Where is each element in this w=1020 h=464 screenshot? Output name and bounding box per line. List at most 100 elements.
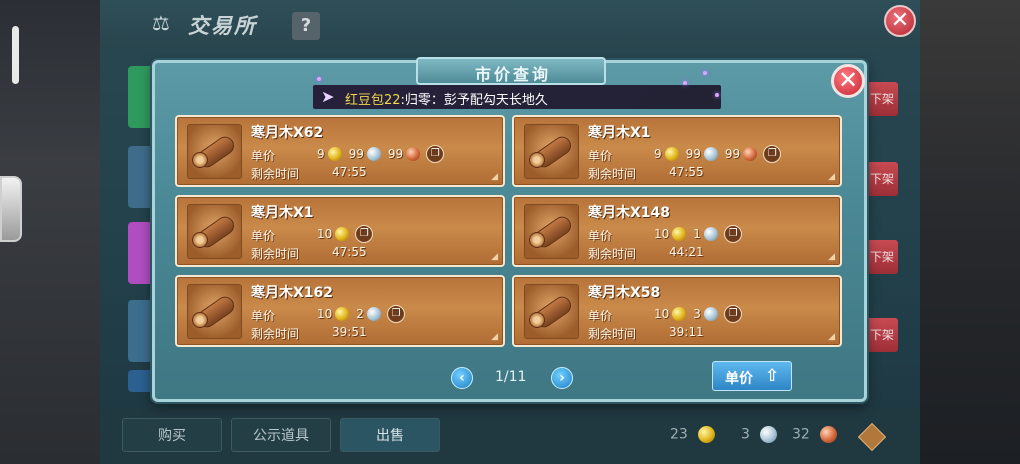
dialog-close-button[interactable]: ✕: [831, 64, 865, 98]
gold-coin-icon: [335, 307, 350, 321]
marquee-speaker: 红豆包22: [345, 93, 401, 108]
silver-price: 2: [356, 307, 364, 321]
sort-label: 单价: [725, 371, 753, 387]
unshelf-button[interactable]: 下架: [866, 82, 898, 116]
copy-icon[interactable]: ❐: [723, 225, 742, 243]
corner-mark-icon: ◢: [828, 252, 835, 262]
log-end-shape: [192, 232, 208, 248]
tab-sell[interactable]: 出售: [340, 418, 440, 452]
unshelf-button[interactable]: 下架: [866, 318, 898, 352]
help-button[interactable]: ?: [292, 12, 320, 40]
price-row: 9 99 99 ❐: [654, 145, 782, 163]
chat-marquee: ➤ 红豆包22:归零：彭予配勾天长地久: [313, 85, 721, 109]
silver-price: 99: [685, 147, 701, 161]
gold-price: 10: [317, 307, 333, 321]
copper-amount: 32: [792, 426, 810, 443]
listing-card[interactable]: 寒月木X62 单价 9 99 99 ❐ 剩余时间 47:55 ◢: [175, 115, 505, 187]
silver-amount: 3: [741, 426, 750, 443]
tab-public-items[interactable]: 公示道具: [231, 418, 331, 452]
wood-log-icon: [524, 204, 579, 259]
remaining-time: 44:21: [669, 245, 704, 259]
item-slot[interactable]: [128, 66, 154, 128]
copy-icon[interactable]: ❐: [723, 305, 742, 323]
corner-mark-icon: ◢: [828, 332, 835, 342]
wood-log-icon: [187, 124, 242, 179]
copy-icon[interactable]: ❐: [386, 305, 405, 323]
corner-mark-icon: ◢: [828, 172, 835, 182]
remaining-time: 47:55: [332, 245, 367, 259]
gold-coin-icon: [664, 147, 679, 161]
price-row: 10 2 ❐: [317, 305, 405, 323]
price-row: 9 99 99 ❐: [317, 145, 445, 163]
remaining-time-label: 剩余时间: [251, 327, 300, 341]
listing-card[interactable]: 寒月木X58 单价 10 3 ❐ 剩余时间 39:11 ◢: [512, 275, 842, 347]
sparkle-effect: [715, 93, 719, 97]
sparkle-effect: [683, 81, 687, 85]
background-scene-right: [920, 0, 1020, 464]
next-page-button[interactable]: ›: [551, 367, 573, 389]
listing-card[interactable]: 寒月木X162 单价 10 2 ❐ 剩余时间 39:51 ◢: [175, 275, 505, 347]
background-scene-left: [0, 0, 100, 464]
remaining-time-label: 剩余时间: [588, 247, 637, 261]
currency-copper: 32: [792, 426, 838, 443]
wood-log-icon: [187, 204, 242, 259]
item-slot[interactable]: [128, 222, 154, 284]
log-end-shape: [529, 152, 545, 168]
unit-price-label: 单价: [251, 229, 276, 243]
copper-coin-icon: [406, 147, 421, 161]
corner-mark-icon: ◢: [491, 332, 498, 342]
item-slot[interactable]: [128, 370, 154, 392]
gold-price: 10: [654, 307, 670, 321]
sort-arrow-icon: ⇧: [765, 366, 780, 386]
silver-price: 3: [693, 307, 701, 321]
window-close-button[interactable]: ✕: [884, 5, 916, 37]
remaining-time-label: 剩余时间: [251, 247, 300, 261]
log-end-shape: [192, 312, 208, 328]
silver-coin-icon: [760, 426, 778, 443]
remaining-time-label: 剩余时间: [251, 167, 300, 181]
scale-icon: ⚖: [152, 11, 170, 35]
remaining-time: 39:11: [669, 325, 704, 339]
gold-price: 10: [317, 227, 333, 241]
copy-icon[interactable]: ❐: [355, 225, 374, 243]
copy-icon[interactable]: ❐: [763, 145, 782, 163]
silver-coin-icon: [366, 307, 381, 321]
gold-coin-icon: [335, 227, 350, 241]
listing-card[interactable]: 寒月木X1 单价 9 99 99 ❐ 剩余时间 47:55 ◢: [512, 115, 842, 187]
item-name: 寒月木X1: [251, 205, 314, 221]
gold-price: 10: [654, 227, 670, 241]
listing-card[interactable]: 寒月木X1 单价 10 ❐ 剩余时间 47:55 ◢: [175, 195, 505, 267]
currency-silver: 3: [741, 426, 778, 443]
item-slot[interactable]: [128, 300, 154, 362]
log-end-shape: [192, 152, 208, 168]
gold-price: 9: [654, 147, 662, 161]
item-name: 寒月木X58: [588, 285, 661, 301]
character-portrait[interactable]: [0, 176, 22, 242]
corner-mark-icon: ◢: [491, 172, 498, 182]
item-slot[interactable]: [128, 146, 154, 208]
drag-handle[interactable]: [12, 26, 19, 84]
listing-card[interactable]: 寒月木X148 单价 10 1 ❐ 剩余时间 44:21 ◢: [512, 195, 842, 267]
prev-page-button[interactable]: ‹: [451, 367, 473, 389]
price-row: 10 3 ❐: [654, 305, 742, 323]
item-name: 寒月木X62: [251, 125, 324, 141]
remaining-time-label: 剩余时间: [588, 327, 637, 341]
gold-coin-icon: [672, 307, 687, 321]
log-end-shape: [529, 312, 545, 328]
silver-price: 1: [693, 227, 701, 241]
gold-price: 9: [317, 147, 325, 161]
copy-icon[interactable]: ❐: [426, 145, 445, 163]
remaining-time-label: 剩余时间: [588, 167, 637, 181]
sort-by-price-button[interactable]: 单价 ⇧: [712, 361, 792, 391]
log-end-shape: [529, 232, 545, 248]
silver-price: 99: [348, 147, 364, 161]
price-row: 10 ❐: [317, 225, 374, 243]
gold-amount: 23: [670, 426, 688, 443]
market-price-dialog: 市价查询 ➤ 红豆包22:归零：彭予配勾天长地久 ✕ 寒月木X62 单价 9 9…: [152, 57, 867, 402]
dialog-title: 市价查询: [474, 65, 551, 84]
page-title: 交易所: [188, 14, 257, 38]
tab-buy[interactable]: 购买: [122, 418, 222, 452]
title-bar: ⚖ 交易所 ? ✕: [100, 0, 920, 48]
unshelf-button[interactable]: 下架: [866, 240, 898, 274]
unshelf-button[interactable]: 下架: [866, 162, 898, 196]
